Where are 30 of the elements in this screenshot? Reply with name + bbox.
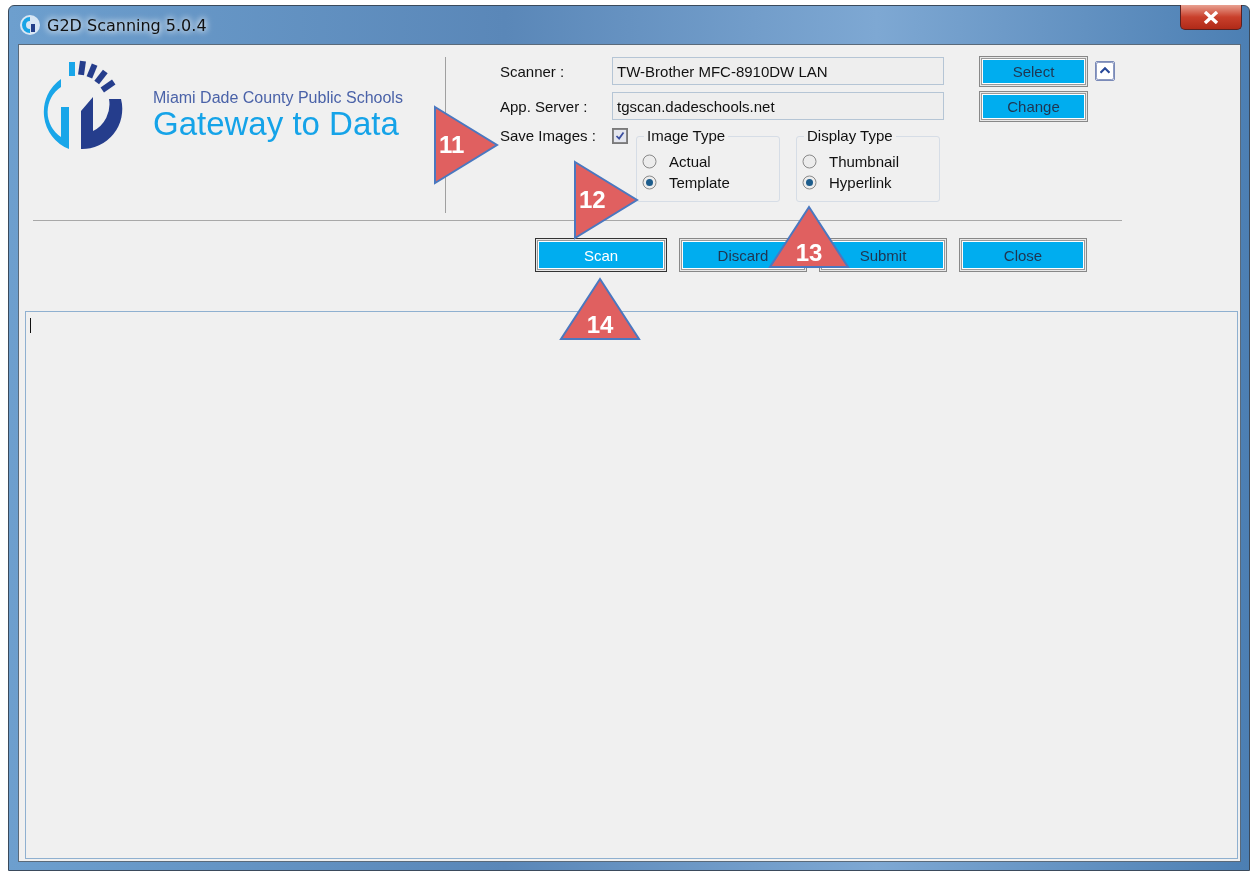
field-label: App. Server : [500, 97, 589, 115]
radio-button[interactable] [802, 175, 817, 190]
radio-button[interactable] [642, 175, 657, 190]
select-button[interactable]: Select [982, 58, 1085, 84]
change-button[interactable]: Change [982, 93, 1085, 119]
radio-button[interactable] [642, 154, 657, 169]
close-icon [1202, 10, 1220, 24]
option-label[interactable]: Thumbnail [829, 153, 900, 170]
text-cursor [30, 318, 31, 333]
group-title: Display Type [804, 127, 896, 144]
callout-marker: 12 [573, 160, 641, 240]
app-logo-icon [19, 14, 41, 36]
callout-marker: 14 [559, 277, 641, 341]
radio-button[interactable] [802, 154, 817, 169]
option-label[interactable]: Hyperlink [829, 174, 892, 191]
field-label: Scanner : [500, 62, 566, 80]
option-label[interactable]: Template [669, 174, 730, 191]
text-field[interactable]: TW-Brother MFC-8910DW LAN [612, 57, 944, 85]
field-label: Save Images : [500, 127, 597, 144]
callout-marker: 11 [433, 105, 501, 185]
close-button[interactable] [1180, 5, 1242, 30]
option-label[interactable]: Actual [669, 153, 711, 170]
save-images-checkbox[interactable] [612, 128, 628, 144]
collapse-icon[interactable] [1095, 61, 1115, 81]
window-title: G2D Scanning 5.0.4 [47, 15, 207, 35]
close-button[interactable]: Close [962, 241, 1084, 269]
product-name: Gateway to Data [153, 107, 400, 141]
callout-marker: 13 [768, 205, 850, 269]
organization-name: Miami Dade County Public Schools [153, 89, 403, 107]
text-field[interactable]: tgscan.dadeschools.net [612, 92, 944, 120]
